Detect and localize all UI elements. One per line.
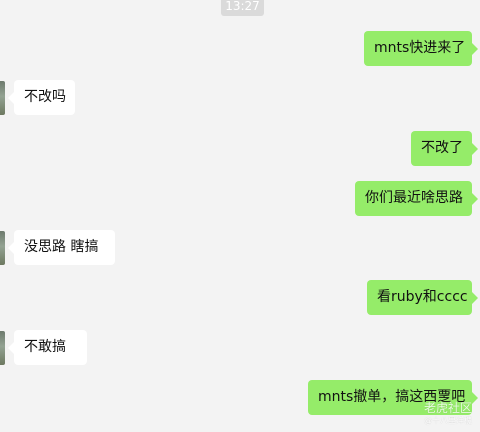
avatar[interactable] — [0, 231, 5, 265]
chat-area: 13:27 mnts快进来了 不改吗 不改了 你们最近啥思路 没思路 瞎搞 看r… — [0, 0, 480, 432]
chat-bubble-incoming[interactable]: 没思路 瞎搞 — [8, 230, 115, 265]
chat-bubble-incoming[interactable]: 不敢搞 — [8, 330, 87, 365]
chat-bubble-incoming[interactable]: 不改吗 — [8, 80, 75, 115]
chat-bubble-outgoing[interactable]: mnts快进来了 — [364, 31, 478, 66]
time-label: 13:27 — [221, 0, 264, 16]
watermark-subtext: @十八里洋槐 — [424, 416, 472, 425]
chat-bubble-outgoing[interactable]: 你们最近啥思路 — [355, 181, 478, 216]
avatar[interactable] — [0, 331, 5, 365]
watermark-text: 老虎社区 — [423, 401, 472, 415]
avatar[interactable] — [0, 81, 5, 115]
chat-bubble-outgoing[interactable]: 看ruby和cccc — [367, 280, 478, 315]
chat-bubble-outgoing[interactable]: 不改了 — [411, 131, 478, 166]
